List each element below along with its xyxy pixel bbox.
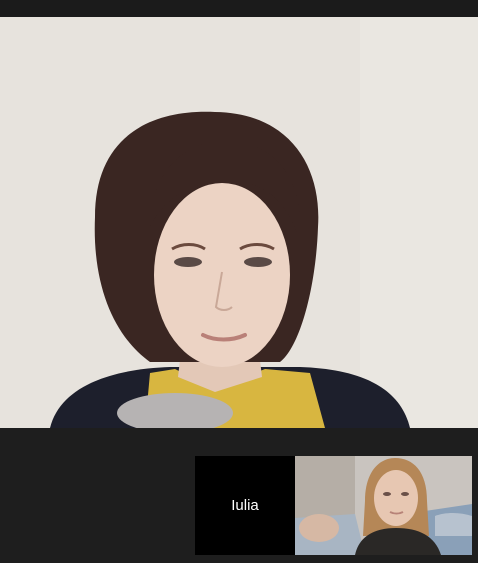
self-view-frame bbox=[295, 456, 472, 555]
participant-tile[interactable]: Iulia bbox=[195, 456, 295, 555]
main-participant-video[interactable] bbox=[0, 17, 478, 428]
top-bar bbox=[0, 0, 478, 17]
self-view-video[interactable] bbox=[295, 456, 472, 555]
participant-video-frame bbox=[0, 17, 478, 428]
participant-name: Iulia bbox=[231, 497, 259, 514]
participant-filmstrip: Iulia bbox=[0, 428, 478, 563]
